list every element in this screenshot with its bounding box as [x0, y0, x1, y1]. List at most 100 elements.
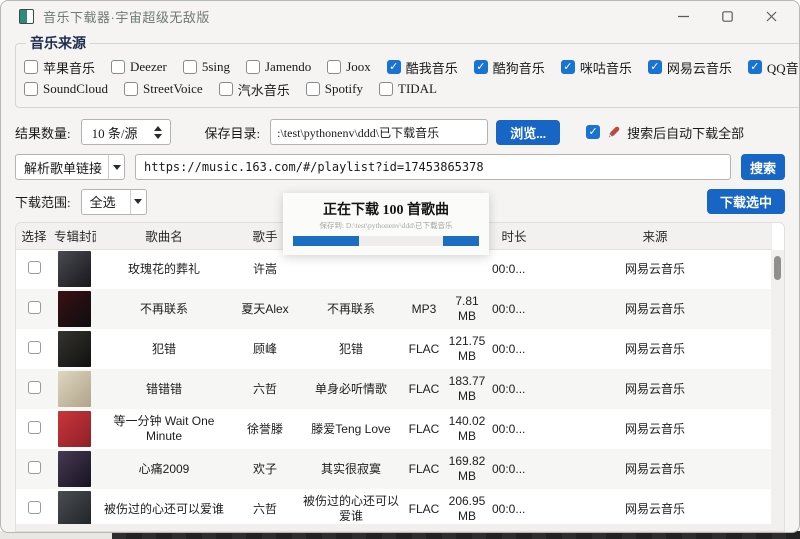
checkbox[interactable] — [379, 82, 393, 96]
artist-name: 欢子 — [232, 449, 298, 489]
table-row: 等一分钟 Wait One Minute徐誉滕滕爱Teng LoveFLAC14… — [16, 409, 772, 449]
source-checkbox-item[interactable]: ✓ 咪咕音乐 — [561, 58, 632, 77]
checkbox[interactable] — [124, 82, 138, 96]
vertical-scrollbar[interactable] — [771, 250, 784, 531]
row-select-checkbox[interactable] — [28, 461, 41, 474]
auto-download-checkbox[interactable]: ✓ — [586, 125, 600, 139]
source-label: 网易云音乐 — [667, 58, 732, 77]
album-cover — [58, 291, 91, 327]
artist-name: 六哲 — [232, 369, 298, 409]
table-row: 犯错顾峰犯错FLAC121.75 MB00:0...网易云音乐 — [16, 329, 772, 369]
column-header: 专辑封面 — [52, 223, 96, 249]
checkbox[interactable] — [111, 60, 125, 74]
duration: 00:0... — [490, 489, 538, 529]
source-checkbox-item[interactable]: ✓ 酷我音乐 — [387, 58, 458, 77]
source: 网易云音乐 — [538, 289, 772, 329]
album-name: 被伤过的心还可以爱谁 — [298, 489, 404, 529]
file-size: 206.95 MB — [444, 489, 490, 529]
search-button[interactable]: 搜索 — [741, 154, 785, 180]
checkbox[interactable] — [24, 60, 38, 74]
source-checkbox-item[interactable]: 苹果音乐 — [24, 58, 95, 77]
close-button[interactable] — [749, 2, 793, 30]
column-header: 歌曲名 — [96, 223, 232, 249]
sources-row-2: SoundCloud StreetVoice 汽水音乐 Spotify TIDAL — [24, 78, 800, 100]
album-cover — [58, 531, 91, 532]
source-checkbox-item[interactable]: StreetVoice — [124, 81, 203, 97]
source-checkbox-item[interactable]: ✓ QQ音乐 — [748, 58, 800, 77]
source-checkbox-item[interactable]: 汽水音乐 — [219, 80, 290, 99]
album-name: 其实很寂寞 — [298, 449, 404, 489]
row-select-checkbox[interactable] — [28, 261, 41, 274]
source: 网易云音乐 — [538, 249, 772, 289]
source-checkbox-item[interactable]: Jamendo — [246, 59, 311, 75]
source-checkbox-item[interactable]: TIDAL — [379, 81, 437, 97]
album-cover — [58, 451, 91, 487]
scrollbar-thumb[interactable] — [774, 256, 781, 280]
source-checkbox-item[interactable]: ✓酷狗音乐 — [474, 58, 545, 77]
download-progress-dialog: 正在下载 100 首歌曲 保存到: D:\test\pythonenv\ddd\… — [283, 193, 489, 255]
row-select-checkbox[interactable] — [28, 421, 41, 434]
checkbox[interactable] — [24, 82, 38, 96]
minimize-button[interactable] — [661, 2, 705, 30]
source-label: 咪咕音乐 — [580, 58, 632, 77]
song-name: 犯错 — [96, 329, 232, 369]
maximize-button[interactable] — [705, 2, 749, 30]
spinner-arrows-icon[interactable] — [146, 120, 170, 144]
row-select-checkbox[interactable] — [28, 341, 41, 354]
checkbox[interactable] — [306, 82, 320, 96]
artist-name: 夏天Alex — [232, 289, 298, 329]
checkbox[interactable] — [246, 60, 260, 74]
source-label: TIDAL — [398, 81, 437, 97]
download-selected-button[interactable]: 下载选中 — [707, 189, 785, 214]
duration: 00:0... — [490, 449, 538, 489]
source-label: 酷我音乐 — [406, 58, 458, 77]
file-size: 7.81 MB — [444, 289, 490, 329]
playlist-url-input[interactable] — [135, 154, 731, 180]
checkbox[interactable] — [183, 60, 197, 74]
song-name: 心痛2009 — [96, 449, 232, 489]
source-label: Jamendo — [265, 59, 311, 75]
source-checkbox-item[interactable]: Deezer — [111, 59, 167, 75]
source-checkbox-item[interactable]: 5sing — [183, 59, 230, 75]
file-size: 140.02 MB — [444, 409, 490, 449]
download-save-path: 保存到: D:\test\pythonenv\ddd\已下载音乐 — [311, 221, 460, 232]
result-count-label: 结果数量: — [15, 123, 71, 142]
source: 网易云音乐 — [538, 369, 772, 409]
checkbox[interactable]: ✓ — [561, 60, 575, 74]
album-cover — [58, 411, 91, 447]
artist-name: 顾峰 — [232, 329, 298, 369]
source-checkbox-item[interactable]: SoundCloud — [24, 81, 108, 97]
source-checkbox-item[interactable]: Joox — [327, 59, 371, 75]
file-size: 121.75 MB — [444, 329, 490, 369]
progress-chunk — [443, 236, 479, 246]
source-label: Spotify — [325, 81, 363, 97]
song-name: 等一分钟 Wait One Minute — [96, 409, 232, 449]
song-name: 玫瑰花的葬礼 — [96, 249, 232, 289]
source-label: QQ音乐 — [767, 58, 800, 77]
duration: 00:0... — [490, 409, 538, 449]
horizontal-scrollbar[interactable] — [16, 524, 771, 531]
save-dir-input[interactable] — [270, 119, 488, 145]
rocket-icon — [606, 125, 621, 140]
parse-mode-value: 解析歌单链接 — [16, 158, 108, 177]
source-checkbox-item[interactable]: Spotify — [306, 81, 363, 97]
checkbox[interactable]: ✓ — [648, 60, 662, 74]
format: FLAC — [404, 449, 444, 489]
checkbox[interactable] — [327, 60, 341, 74]
row-select-checkbox[interactable] — [28, 381, 41, 394]
download-range-select[interactable]: 全选 — [81, 189, 147, 215]
source-checkbox-item[interactable]: ✓ 网易云音乐 — [648, 58, 732, 77]
checkbox[interactable]: ✓ — [748, 60, 762, 74]
checkbox[interactable]: ✓ — [387, 60, 401, 74]
checkbox[interactable]: ✓ — [474, 60, 488, 74]
browse-button[interactable]: 浏览... — [496, 120, 560, 145]
parse-mode-select[interactable]: 解析歌单链接 — [15, 154, 125, 180]
album-cover — [58, 491, 91, 527]
checkbox[interactable] — [219, 82, 233, 96]
file-size: 169.82 MB — [444, 449, 490, 489]
row-select-checkbox[interactable] — [28, 301, 41, 314]
row-select-checkbox[interactable] — [28, 501, 41, 514]
download-progress-title: 正在下载 100 首歌曲 — [323, 199, 449, 219]
file-size: 183.77 MB — [444, 369, 490, 409]
result-count-spinner[interactable]: 10 条/源 — [81, 119, 171, 145]
